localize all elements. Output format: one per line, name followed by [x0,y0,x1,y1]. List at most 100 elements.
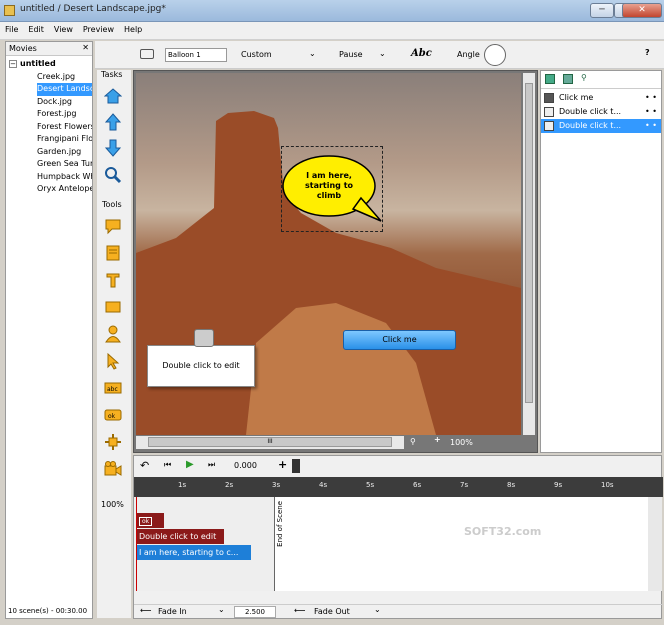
help-icon[interactable]: ? [645,48,650,57]
movie-item[interactable]: Creek.jpg [37,71,92,84]
font-button[interactable]: Abc [411,48,432,59]
fade-in-icon: ⟵ [140,606,152,615]
shape-select[interactable]: Custom [241,50,272,59]
zoom-out-icon[interactable]: ⚲ [410,437,416,446]
menu-view[interactable]: View [49,22,78,37]
note-icon[interactable] [103,243,123,263]
movies-panel: Movies ✕ − untitled Creek.jpg Desert Landsc… [5,41,93,619]
pointer-icon[interactable] [103,351,123,371]
visibility-dots[interactable]: • • [645,105,657,119]
canvas-area: I am here, starting to climb Double clic… [133,70,538,453]
ruler-tick: 7s [460,481,469,489]
scroll-thumb[interactable]: III [148,437,392,447]
collapse-icon[interactable]: − [9,60,17,68]
fade-out-label[interactable]: Fade Out [314,607,350,616]
ruler-tick: 2s [225,481,234,489]
user-icon[interactable] [103,324,123,344]
movies-header: Movies ✕ [6,42,92,56]
duration-input[interactable] [234,606,276,618]
visibility-dots[interactable]: • • [645,91,657,105]
minimize-button[interactable]: ─ [590,3,614,18]
text-icon[interactable] [103,270,123,290]
hotspot-icon[interactable] [103,432,123,452]
tree-root[interactable]: − untitled [9,58,92,71]
movie-item[interactable]: Frangipani Flo [37,133,92,146]
arrow-up-icon[interactable] [103,112,123,132]
close-button[interactable]: ✕ [622,3,662,18]
timeline-vscroll[interactable] [648,497,662,591]
time-display: 0.000 [234,461,257,470]
track-note[interactable]: Double click to edit [136,529,224,544]
menu-file[interactable]: File [0,22,23,37]
search-icon[interactable] [103,165,123,185]
forward-icon[interactable]: ⏭ [208,460,215,470]
play-icon[interactable]: ▶ [186,459,194,470]
timeline-toolbar: ↶ ⏮ ▶ ⏭ 0.000 + [134,456,663,476]
speech-balloon-icon[interactable] [103,216,123,236]
movie-item[interactable]: Forest Flowers [37,121,92,134]
cube-icon[interactable] [545,74,555,84]
tree-root-label: untitled [20,59,56,68]
svg-text:ok: ok [108,413,116,420]
movie-list: Creek.jpg Desert Landsc Dock.jpg Forest.jpg… [9,71,92,196]
movie-item[interactable]: Green Sea Tur [37,158,92,171]
object-label: Double click t... [559,121,622,130]
pointer-icon[interactable] [563,74,573,84]
movie-item[interactable]: Oryx Antelope [37,183,92,196]
objects-list: Click me • • Double click t... • • Double cl… [541,89,661,133]
add-icon[interactable]: + [278,458,287,471]
movie-item[interactable]: Forest.jpg [37,108,92,121]
balloon-icon[interactable] [140,49,154,59]
movie-item[interactable]: Humpback Wh [37,171,92,184]
ruler-tick: 3s [272,481,281,489]
angle-label: Angle [457,50,480,59]
movie-item[interactable]: Dock.jpg [37,96,92,109]
title-bar: untitled / Desert Landscape.jpg* ─ □ ✕ [0,0,664,22]
tools-label: Tools [102,200,122,209]
track-ok-label: ok [139,517,153,526]
horizontal-scrollbar[interactable]: III [136,436,404,449]
tasks-label: Tasks [101,70,123,79]
zoom-in-icon[interactable]: + [434,435,441,444]
pause-select[interactable]: Pause [339,50,363,59]
click-me-button[interactable]: Click me [343,330,456,350]
movies-footer: 10 scene(s) - 00:30.00 [8,607,88,615]
playhead-marker[interactable] [292,459,300,473]
fade-out-icon: ⟵ [294,606,306,615]
balloon-name-input[interactable] [165,48,227,62]
arrow-down-icon[interactable] [103,138,123,158]
close-icon[interactable]: ✕ [82,43,89,52]
menu-help[interactable]: Help [119,22,147,37]
undo-icon[interactable]: ↶ [140,459,149,472]
home-icon[interactable] [103,86,123,106]
object-row[interactable]: Click me • • [541,91,661,105]
movie-item[interactable]: Desert Landsc [37,83,92,96]
menu-edit[interactable]: Edit [23,22,49,37]
search-icon[interactable]: ⚲ [581,73,587,82]
chevron-down-icon[interactable]: ⌄ [374,605,381,614]
rectangle-icon[interactable] [103,297,123,317]
track-ok[interactable]: ok [136,513,164,528]
zoom-level[interactable]: 100% [101,500,124,509]
chevron-down-icon[interactable]: ⌄ [309,49,316,58]
object-row[interactable]: Double click t... • • [541,119,661,133]
chevron-down-icon[interactable]: ⌄ [218,605,225,614]
angle-dial[interactable] [484,44,506,66]
vertical-scrollbar[interactable] [523,73,535,435]
button-icon[interactable]: ok [103,405,123,425]
movie-item[interactable]: Garden.jpg [37,146,92,159]
ruler-tick: 8s [507,481,516,489]
rewind-icon[interactable]: ⏮ [164,460,171,470]
fade-in-label[interactable]: Fade In [158,607,187,616]
visibility-dots[interactable]: • • [645,119,657,133]
playhead-line [136,497,137,591]
track-balloon[interactable]: I am here, starting to c... [136,545,251,560]
camera-icon[interactable] [103,459,123,479]
text-field-icon[interactable]: abc [103,378,123,398]
object-type-icon [544,121,554,131]
menu-preview[interactable]: Preview [78,22,119,37]
chevron-down-icon[interactable]: ⌄ [379,49,386,58]
track-area [134,497,275,591]
object-row[interactable]: Double click t... • • [541,105,661,119]
ruler-tick: 6s [413,481,422,489]
